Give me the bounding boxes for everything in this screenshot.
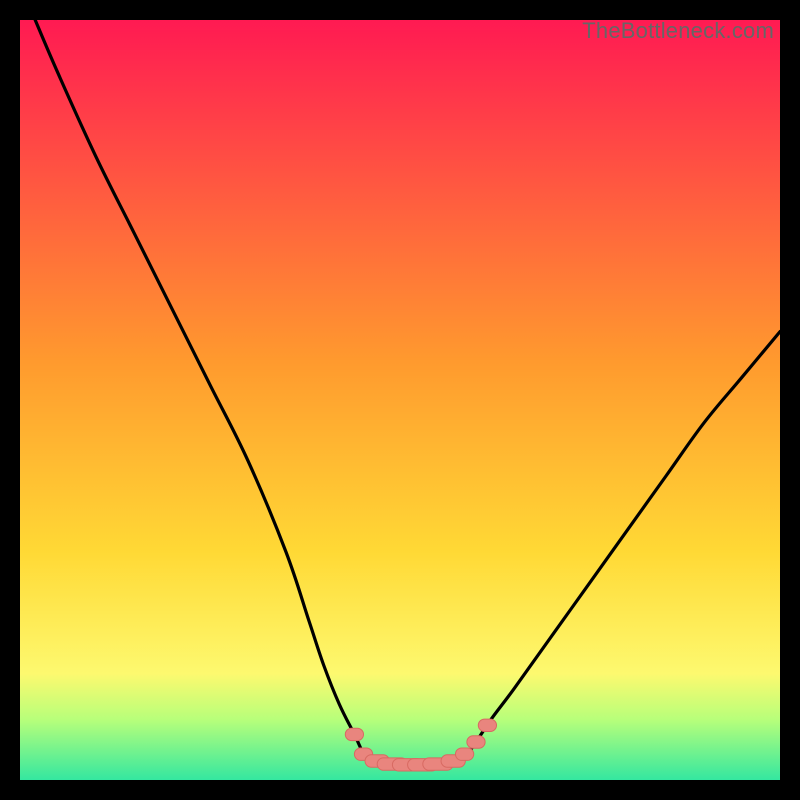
bottleneck-chart [20,20,780,780]
watermark-text: TheBottleneck.com [582,18,774,44]
gradient-background [20,20,780,780]
valley-marker [345,728,363,740]
valley-marker [478,719,496,731]
chart-frame: TheBottleneck.com [20,20,780,780]
valley-marker [467,736,485,748]
valley-marker [455,748,473,760]
